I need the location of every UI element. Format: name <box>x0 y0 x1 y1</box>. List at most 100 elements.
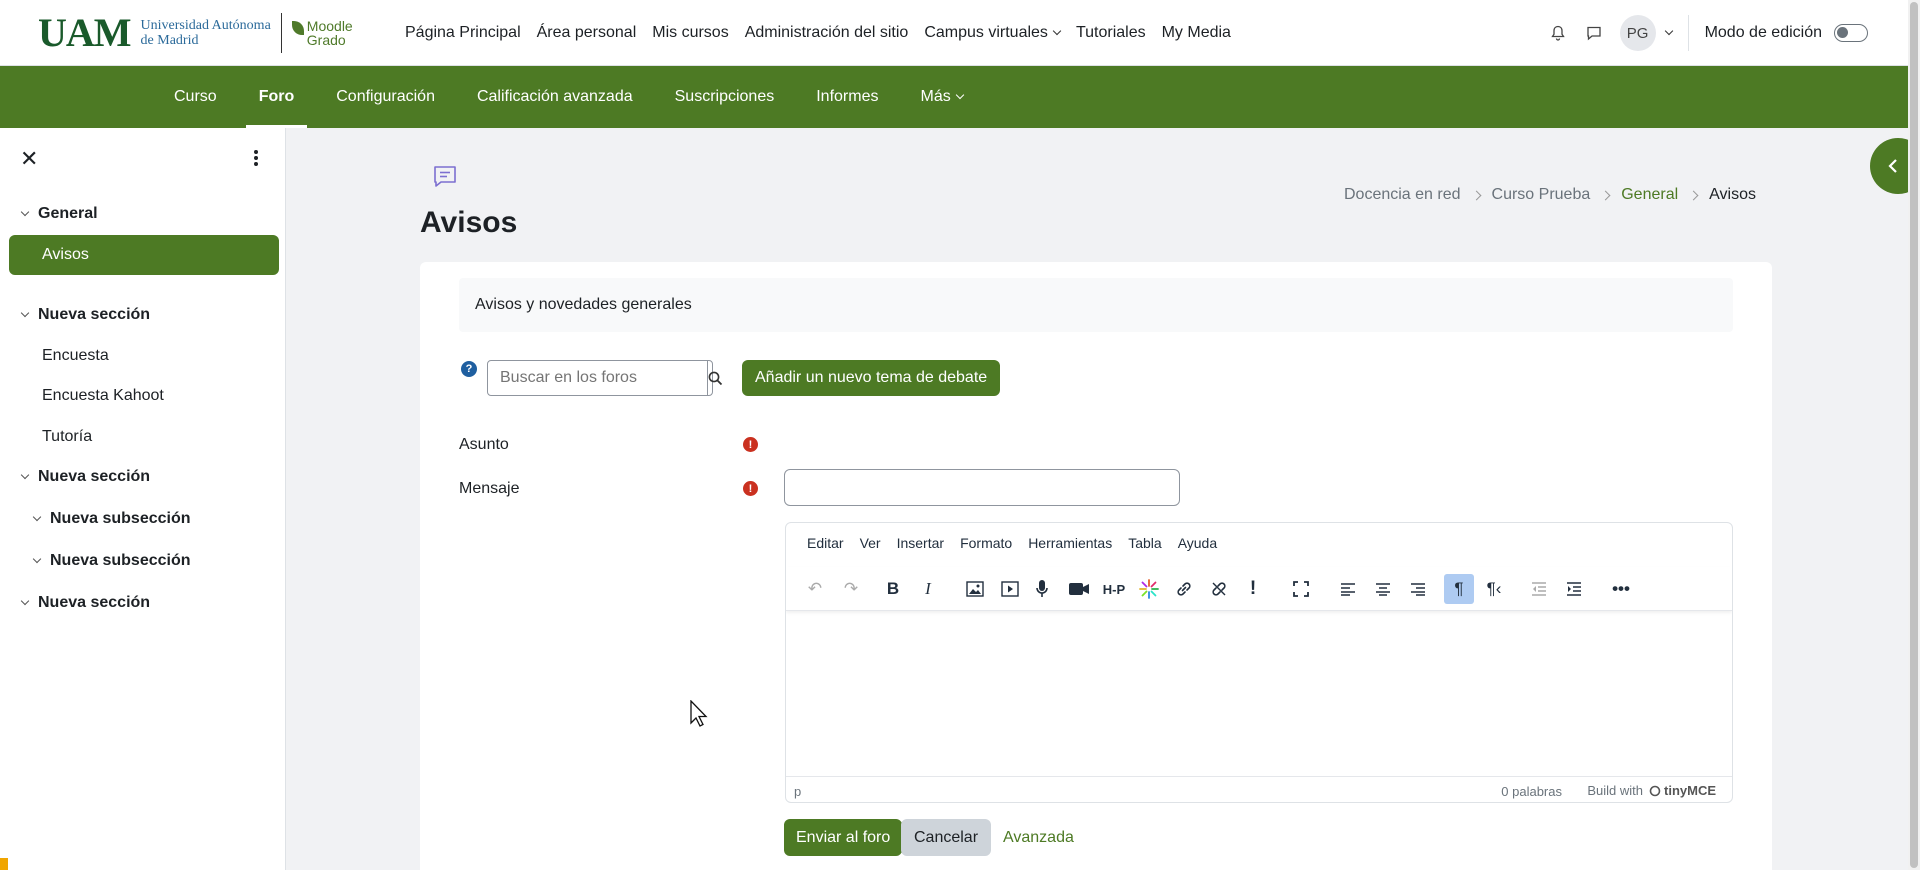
redo-icon[interactable]: ↷ <box>836 574 866 604</box>
user-nav: PG Modo de edición <box>1544 0 1868 66</box>
fullscreen-icon[interactable] <box>1286 574 1316 604</box>
indent-icon[interactable] <box>1559 574 1589 604</box>
chevron-down-icon[interactable] <box>32 512 42 522</box>
undo-icon[interactable]: ↶ <box>800 574 830 604</box>
breadcrumb-curso[interactable]: Curso Prueba <box>1492 186 1591 204</box>
h5p-icon[interactable]: H-P <box>1099 574 1129 604</box>
bold-icon[interactable]: B <box>878 574 908 604</box>
italic-icon[interactable]: I <box>913 574 943 604</box>
video-camera-icon[interactable] <box>1064 574 1094 604</box>
chevron-down-icon[interactable] <box>20 207 30 217</box>
element-path[interactable]: p <box>794 784 801 799</box>
chevron-down-icon[interactable] <box>20 596 30 606</box>
exclamation-icon[interactable]: ! <box>1238 574 1268 604</box>
image-icon[interactable] <box>960 574 990 604</box>
menu-tabla[interactable]: Tabla <box>1128 531 1161 555</box>
tinymce-logo-icon <box>1649 785 1661 796</box>
tab-foro[interactable]: Foro <box>245 66 308 128</box>
chevron-down-icon[interactable] <box>20 470 30 480</box>
nav-mis-cursos[interactable]: Mis cursos <box>652 24 728 42</box>
link-icon[interactable] <box>1169 574 1199 604</box>
tab-calificacion-avanzada[interactable]: Calificación avanzada <box>464 66 646 128</box>
chevron-down-icon[interactable] <box>20 308 30 318</box>
media-icon[interactable] <box>995 574 1025 604</box>
breadcrumb-docencia[interactable]: Docencia en red <box>1344 186 1461 204</box>
required-icon: ! <box>743 481 758 496</box>
search-input[interactable] <box>488 361 707 395</box>
editor-toolbar: ↶ ↷ B I H-P ! ¶ ¶‹ ••• <box>786 567 1732 611</box>
section-label: General <box>38 205 98 222</box>
forum-card: Avisos y novedades generales ? Añadir un… <box>420 262 1772 870</box>
chevron-down-icon[interactable] <box>32 554 42 564</box>
kebab-menu-icon[interactable] <box>254 150 258 168</box>
unlink-icon[interactable] <box>1204 574 1234 604</box>
mouse-cursor-icon <box>690 699 710 733</box>
notifications-bell-icon[interactable] <box>1544 19 1572 47</box>
add-discussion-button[interactable]: Añadir un nuevo tema de debate <box>742 360 1001 396</box>
moodle-grado-label: Grado <box>306 32 346 48</box>
menu-ayuda[interactable]: Ayuda <box>1178 531 1217 555</box>
ltr-direction-icon[interactable]: ¶ <box>1444 574 1474 604</box>
microphone-icon[interactable] <box>1027 574 1057 604</box>
sparkle-ai-icon[interactable] <box>1134 574 1164 604</box>
tab-informes[interactable]: Informes <box>803 66 891 128</box>
menu-insertar[interactable]: Insertar <box>897 531 944 555</box>
section-nueva-seccion-1[interactable]: Nueva sección <box>0 295 286 335</box>
breadcrumb-general[interactable]: General <box>1621 186 1678 204</box>
edit-mode-toggle[interactable] <box>1834 24 1868 42</box>
align-center-icon[interactable] <box>1368 574 1398 604</box>
section-general[interactable]: General <box>0 194 286 234</box>
logo-line-1: Universidad Autónoma <box>140 18 271 33</box>
close-icon[interactable]: ✕ <box>20 146 38 172</box>
nav-campus-virtuales[interactable]: Campus virtuales <box>924 24 1062 42</box>
user-menu-chevron-icon[interactable] <box>1664 26 1673 36</box>
rtl-direction-icon[interactable]: ¶‹ <box>1479 574 1509 604</box>
submit-button[interactable]: Enviar al foro <box>784 819 903 856</box>
breadcrumb-current: Avisos <box>1709 186 1756 203</box>
section-label: Nueva sección <box>38 306 151 323</box>
help-icon[interactable]: ? <box>461 361 477 377</box>
sidebar-item-tutoria[interactable]: Tutoría <box>0 417 286 457</box>
nav-pagina-principal[interactable]: Página Principal <box>405 24 521 42</box>
advanced-link[interactable]: Avanzada <box>1003 829 1074 847</box>
tab-suscripciones[interactable]: Suscripciones <box>662 66 788 128</box>
corner-marker <box>0 858 8 870</box>
word-count[interactable]: 0 palabras <box>1501 784 1562 799</box>
more-toolbar-icon[interactable]: ••• <box>1606 574 1636 604</box>
nav-administracion[interactable]: Administración del sitio <box>745 24 909 42</box>
sidebar-item-encuesta-kahoot[interactable]: Encuesta Kahoot <box>0 376 286 416</box>
align-left-icon[interactable] <box>1333 574 1363 604</box>
sidebar-item-avisos[interactable]: Avisos <box>9 235 279 275</box>
section-label: Nueva sección <box>38 594 151 611</box>
page-scrollbar[interactable] <box>1908 0 1920 870</box>
page-title: Avisos <box>420 206 518 239</box>
site-logo[interactable]: UAM Universidad Autónoma de Madrid Moodl… <box>38 8 353 58</box>
menu-formato[interactable]: Formato <box>960 531 1012 555</box>
search-button[interactable] <box>707 361 723 395</box>
sidebar-item-encuesta[interactable]: Encuesta <box>0 336 286 376</box>
tinymce-branding[interactable]: Build with tinyMCE <box>1587 783 1716 798</box>
subsection-nueva-1[interactable]: Nueva subsección <box>0 499 286 539</box>
chevron-right-icon <box>1688 190 1699 200</box>
messages-chat-icon[interactable] <box>1580 19 1608 47</box>
nav-my-media[interactable]: My Media <box>1162 24 1231 42</box>
section-nueva-seccion-2[interactable]: Nueva sección <box>0 457 286 497</box>
nav-tutoriales[interactable]: Tutoriales <box>1076 24 1146 42</box>
user-avatar[interactable]: PG <box>1619 15 1656 51</box>
align-right-icon[interactable] <box>1403 574 1433 604</box>
menu-ver[interactable]: Ver <box>860 531 881 555</box>
subject-input[interactable] <box>784 469 1180 506</box>
tab-mas[interactable]: Más <box>907 66 975 128</box>
scrollbar-thumb[interactable] <box>1910 2 1918 868</box>
editor-statusbar: p 0 palabras Build with tinyMCE <box>786 776 1732 802</box>
menu-herramientas[interactable]: Herramientas <box>1028 531 1112 555</box>
outdent-icon[interactable] <box>1524 574 1554 604</box>
menu-editar[interactable]: Editar <box>807 531 844 555</box>
cancel-button[interactable]: Cancelar <box>901 819 992 856</box>
section-nueva-seccion-3[interactable]: Nueva sección <box>0 583 286 623</box>
edit-mode-label: Modo de edición <box>1704 24 1822 41</box>
subsection-nueva-2[interactable]: Nueva subsección <box>0 541 286 581</box>
nav-area-personal[interactable]: Área personal <box>537 24 637 42</box>
tab-curso[interactable]: Curso <box>161 66 230 128</box>
tab-configuracion[interactable]: Configuración <box>323 66 448 128</box>
